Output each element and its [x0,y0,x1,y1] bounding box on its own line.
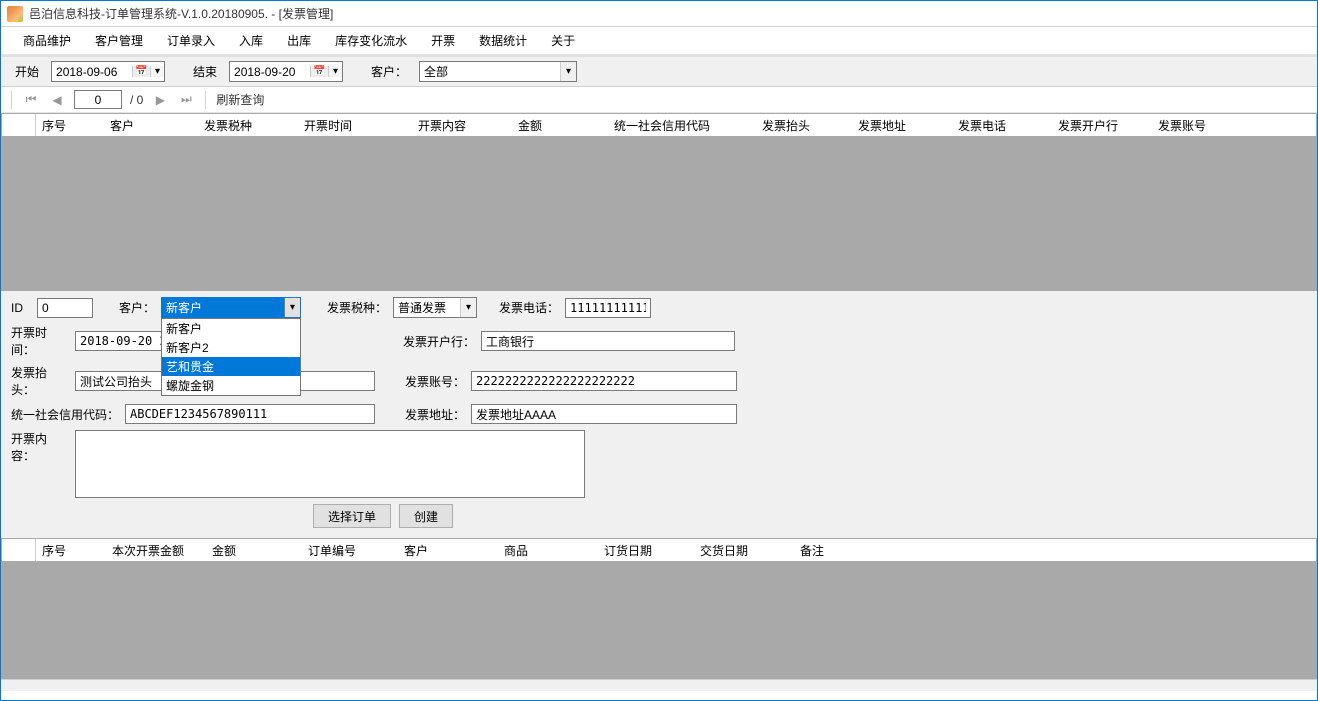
customer-dropdown-list: 新客户 新客户2 艺和贵金 螺旋金钢 [161,318,301,396]
chevron-down-icon[interactable]: ▾ [328,66,342,77]
start-label: 开始 [15,63,39,80]
taxtype-label: 发票税种： [327,299,387,316]
col-amount[interactable]: 金额 [512,114,608,136]
select-order-button[interactable]: 选择订单 [313,504,391,528]
content-field[interactable] [75,430,585,498]
window-title: 邑泊信息科技-订单管理系统-V.1.0.20180905. - [发票管理] [29,5,333,22]
create-button[interactable]: 创建 [399,504,453,528]
menu-outbound[interactable]: 出库 [275,28,323,53]
app-icon [7,6,23,22]
bank-field[interactable] [481,331,735,351]
uscc-label: 统一社会信用代码： [11,406,119,423]
chevron-down-icon[interactable]: ▾ [150,66,164,77]
nav-first-icon[interactable]: ⏮ [22,91,40,109]
col-addr[interactable]: 发票地址 [852,114,952,136]
time-field[interactable] [75,331,169,351]
customer-combo[interactable]: 新客户 ▾ 新客户 新客户2 艺和贵金 螺旋金钢 [161,297,301,318]
addr-field[interactable] [471,404,737,424]
customer-label: 客户： [119,299,155,316]
customer-option[interactable]: 新客户 [162,319,300,338]
col-uscc[interactable]: 统一社会信用代码 [608,114,756,136]
app-window: 邑泊信息科技-订单管理系统-V.1.0.20180905. - [发票管理] 商… [0,0,1318,701]
phone-field[interactable] [565,298,651,318]
nav-next-icon[interactable]: ▶ [151,91,169,109]
start-date-picker[interactable]: 📅 ▾ [51,61,165,82]
col-seq[interactable]: 序号 [36,114,104,136]
invoice-grid: 序号 客户 发票税种 开票时间 开票内容 金额 统一社会信用代码 发票抬头 发票… [1,113,1317,291]
statusbar [1,679,1317,691]
nav-last-icon[interactable]: ⏭ [177,91,195,109]
menubar: 商品维护 客户管理 订单录入 入库 出库 库存变化流水 开票 数据统计 关于 [1,27,1317,55]
order-grid-header: 序号 本次开票金额 金额 订单编号 客户 商品 订货日期 交货日期 备注 [2,539,1316,561]
nav-page-total: / 0 [130,93,143,107]
addr-label: 发票地址： [405,406,465,423]
chevron-down-icon[interactable]: ▾ [560,62,576,81]
invoice-form: ID 客户： 新客户 ▾ 新客户 新客户2 艺和贵金 螺旋金钢 发票税种： [1,291,1317,538]
taxtype-input[interactable] [394,299,460,317]
id-label: ID [11,301,31,315]
menu-product[interactable]: 商品维护 [11,28,83,53]
menu-about[interactable]: 关于 [539,28,587,53]
col2-amount[interactable]: 金额 [206,539,302,561]
col-phone[interactable]: 发票电话 [952,114,1052,136]
head-label: 发票抬头： [11,364,69,398]
order-grid: 序号 本次开票金额 金额 订单编号 客户 商品 订货日期 交货日期 备注 [1,538,1317,679]
chevron-down-icon[interactable]: ▾ [284,298,300,317]
col-taxtype[interactable]: 发票税种 [198,114,298,136]
time-label: 开票时间： [11,324,69,358]
nav-page-input[interactable] [74,90,122,109]
col2-this-amount[interactable]: 本次开票金额 [106,539,206,561]
calendar-icon[interactable]: 📅 [132,66,150,77]
calendar-icon[interactable]: 📅 [310,66,328,77]
col2-product[interactable]: 商品 [498,539,598,561]
col2-orderdate[interactable]: 订货日期 [598,539,694,561]
customer-option[interactable]: 艺和贵金 [162,357,300,376]
customer-selected[interactable]: 新客户 [162,297,284,318]
uscc-field[interactable] [125,404,375,424]
chevron-down-icon[interactable]: ▾ [460,298,476,317]
menu-invoice[interactable]: 开票 [419,28,467,53]
menu-order-entry[interactable]: 订单录入 [155,28,227,53]
navigator-bar: ⏮ ◀ / 0 ▶ ⏭ 刷新查询 [1,87,1317,113]
end-date-input[interactable] [230,63,310,81]
col2-orderno[interactable]: 订单编号 [302,539,398,561]
customer-filter-input[interactable] [420,63,560,81]
col2-deliverdate[interactable]: 交货日期 [694,539,794,561]
col-customer[interactable]: 客户 [104,114,198,136]
end-date-picker[interactable]: 📅 ▾ [229,61,343,82]
col2-seq[interactable]: 序号 [36,539,106,561]
menu-stats[interactable]: 数据统计 [467,28,539,53]
col-bank[interactable]: 发票开户行 [1052,114,1152,136]
taxtype-combo[interactable]: ▾ [393,297,477,318]
row-selector-header [2,539,36,561]
col-time[interactable]: 开票时间 [298,114,412,136]
start-date-input[interactable] [52,63,132,81]
col-acct[interactable]: 发票账号 [1152,114,1242,136]
customer-filter-label: 客户： [371,63,407,80]
menu-customer[interactable]: 客户管理 [83,28,155,53]
row-selector-header [2,114,36,136]
end-label: 结束 [193,63,217,80]
col-head[interactable]: 发票抬头 [756,114,852,136]
refresh-query-button[interactable]: 刷新查询 [216,91,264,108]
bank-label: 发票开户行： [403,333,475,350]
menu-inbound[interactable]: 入库 [227,28,275,53]
menu-inventory-log[interactable]: 库存变化流水 [323,28,419,53]
titlebar: 邑泊信息科技-订单管理系统-V.1.0.20180905. - [发票管理] [1,1,1317,27]
customer-option[interactable]: 螺旋金钢 [162,376,300,395]
col2-remark[interactable]: 备注 [794,539,874,561]
acct-label: 发票账号： [405,373,465,390]
invoice-grid-header: 序号 客户 发票税种 开票时间 开票内容 金额 统一社会信用代码 发票抬头 发票… [2,114,1316,136]
col2-customer[interactable]: 客户 [398,539,498,561]
nav-prev-icon[interactable]: ◀ [48,91,66,109]
id-field[interactable] [37,298,93,318]
content-label: 开票内容： [11,430,69,464]
customer-filter-combo[interactable]: ▾ [419,61,577,82]
col-content[interactable]: 开票内容 [412,114,512,136]
filterbar: 开始 📅 ▾ 结束 📅 ▾ 客户： ▾ [1,55,1317,87]
customer-option[interactable]: 新客户2 [162,338,300,357]
phone-label: 发票电话： [499,299,559,316]
acct-field[interactable] [471,371,737,391]
